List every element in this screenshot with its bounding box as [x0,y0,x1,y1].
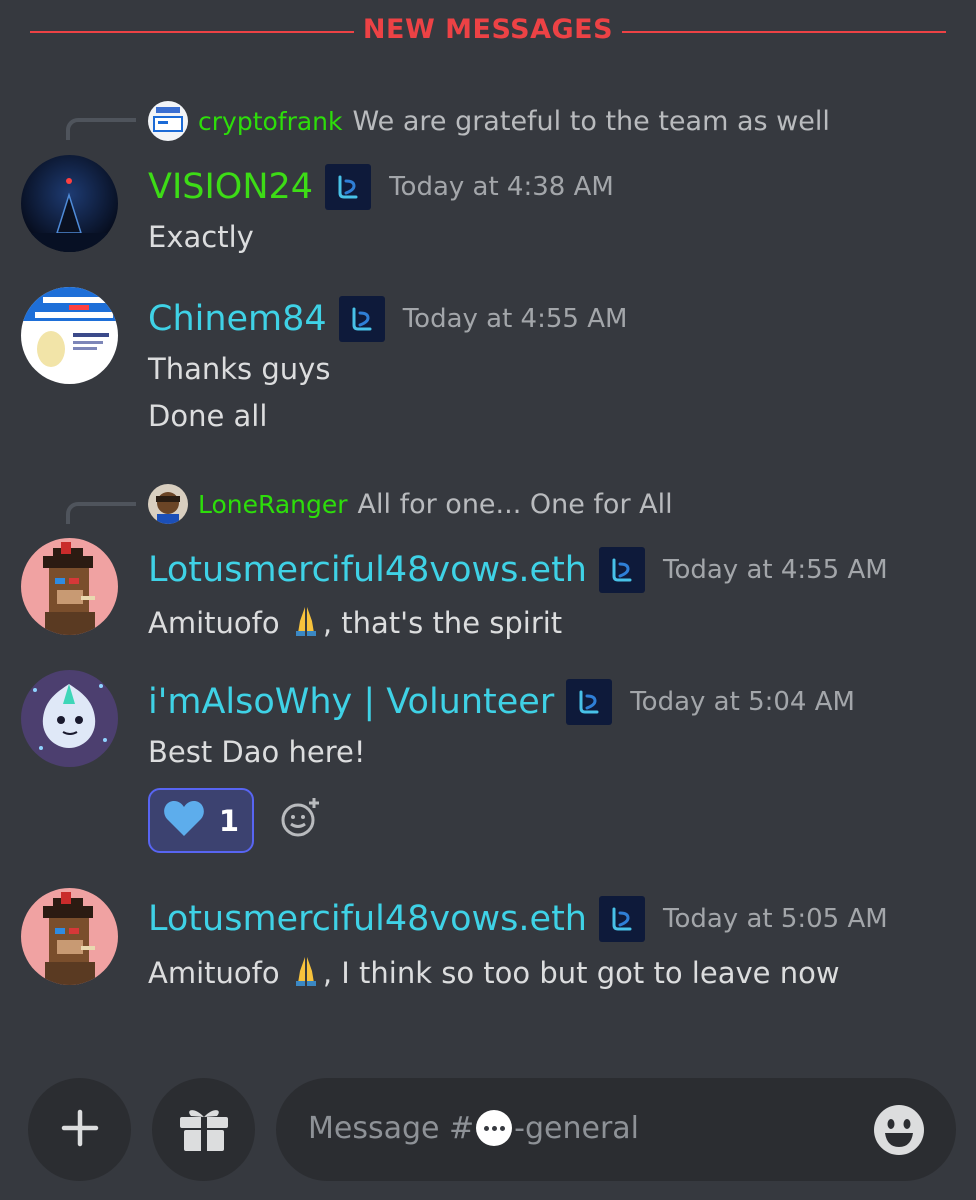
message-header: Lotusmerciful48vows.eth Today at 4:55 AM [148,546,888,594]
folded-hands-icon [289,603,323,637]
reaction-button[interactable]: 1 [148,788,254,853]
message-text: Thanks guys [148,352,331,386]
message-header: Lotusmerciful48vows.eth Today at 5:05 AM [148,895,888,943]
avatar[interactable] [21,670,118,767]
add-attachment-button[interactable] [28,1078,131,1181]
reply-connector [66,502,136,524]
timestamp: Today at 4:55 AM [662,555,888,585]
message-header: VISION24 Today at 4:38 AM [148,163,614,211]
smiley-icon[interactable] [872,1103,926,1157]
timestamp: Today at 5:04 AM [630,687,855,717]
message-text-part: , that's the spirit [322,606,563,640]
username[interactable]: VISION24 [148,167,313,207]
message-text-part: Amituofo [148,956,289,990]
reply-text[interactable]: We are grateful to the team as well [353,106,830,137]
timestamp: Today at 4:55 AM [402,304,628,334]
placeholder-prefix: Message # [308,1110,475,1146]
message-placeholder: Message # -general [308,1110,639,1146]
message-text: Done all [148,399,268,433]
role-badge-icon[interactable] [598,547,645,593]
reply-connector [66,118,136,140]
role-badge-icon[interactable] [338,296,385,342]
message-text: Amituofo , that's the spirit [148,603,562,640]
divider-line-left [30,31,354,33]
reply-avatar[interactable] [148,484,188,524]
speech-bubble-icon [476,1110,513,1146]
avatar[interactable] [21,888,118,985]
message-text: Amituofo , I think so too but got to lea… [148,953,840,990]
message-text-part: , I think so too but got to leave now [322,956,840,990]
reply-reference[interactable]: LoneRanger All for one... One for All [148,484,673,524]
timestamp: Today at 5:05 AM [662,904,888,934]
gift-button[interactable] [152,1078,255,1181]
username[interactable]: Chinem84 [148,299,327,339]
reply-username[interactable]: LoneRanger [198,490,348,519]
timestamp: Today at 4:38 AM [389,172,614,202]
blue-heart-icon [163,800,205,842]
reply-username[interactable]: cryptofrank [198,107,343,136]
username[interactable]: Lotusmerciful48vows.eth [148,550,587,590]
message-header: Chinem84 Today at 4:55 AM [148,295,627,343]
message-text: Best Dao here! [148,735,366,769]
role-badge-icon[interactable] [566,679,613,725]
folded-hands-icon [289,953,323,987]
message-header: i'mAlsoWhy | Volunteer Today at 5:04 AM [148,678,855,726]
divider-line-right [622,31,946,33]
gift-icon [177,1103,231,1157]
username[interactable]: i'mAlsoWhy | Volunteer [148,682,554,722]
placeholder-suffix: -general [514,1110,640,1146]
username[interactable]: Lotusmerciful48vows.eth [148,899,587,939]
reply-reference[interactable]: cryptofrank We are grateful to the team … [148,101,830,141]
reply-avatar[interactable] [148,101,188,141]
plus-icon [60,1108,100,1152]
new-messages-divider: NEW MESSAGES [30,14,946,50]
avatar[interactable] [21,538,118,635]
message-input[interactable]: Message # -general [276,1078,956,1181]
reaction-count: 1 [218,803,240,838]
message-text: Exactly [148,220,254,254]
avatar[interactable] [21,287,118,384]
message-text-part: Amituofo [148,606,289,640]
role-badge-icon[interactable] [598,896,645,942]
role-badge-icon[interactable] [325,164,372,210]
avatar[interactable] [21,155,118,252]
add-reaction-icon[interactable] [278,796,322,840]
reply-text[interactable]: All for one... One for All [358,489,673,520]
new-messages-label: NEW MESSAGES [362,14,614,45]
